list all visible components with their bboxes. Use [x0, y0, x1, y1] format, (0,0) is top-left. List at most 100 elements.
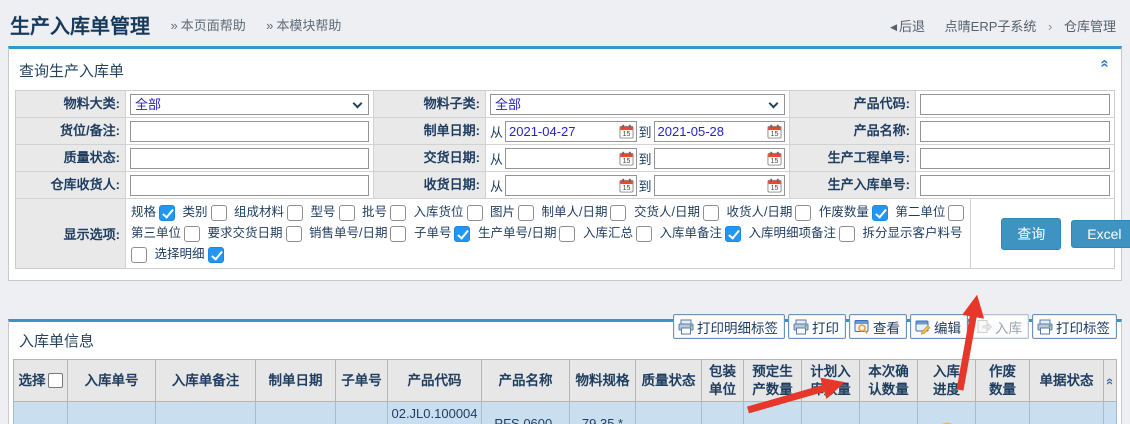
display-option: 入库汇总 — [583, 225, 652, 242]
breadcrumb-separator: › — [1048, 19, 1053, 34]
create-date-to-input[interactable] — [654, 122, 767, 140]
material-category-label: 物料大类: — [16, 91, 126, 118]
page-help-link[interactable]: » 本页面帮助 — [170, 15, 245, 34]
table-header-row: 选择 入库单号 入库单备注 制单日期 子单号 产品代码 产品名称 物料规格 质量… — [13, 358, 1118, 403]
checkbox[interactable] — [210, 204, 227, 221]
calendar-icon[interactable]: 15 — [767, 151, 782, 166]
calendar-icon[interactable]: 15 — [618, 151, 634, 166]
warehouse-receiver-input[interactable] — [130, 174, 369, 196]
printer-icon — [793, 319, 809, 335]
col-status: 单据状态 — [1029, 358, 1104, 403]
material-category-select[interactable]: 全部 — [130, 93, 369, 115]
print-labels-button[interactable]: 打印标签 — [1032, 314, 1117, 339]
svg-text:15: 15 — [771, 185, 779, 192]
delivery-date-to-input[interactable] — [654, 149, 767, 167]
calendar-icon[interactable]: 15 — [618, 178, 634, 193]
col-select: 选择 — [13, 358, 68, 403]
svg-text:15: 15 — [622, 131, 630, 138]
display-option: 型号 — [311, 204, 355, 221]
checkbox[interactable] — [871, 204, 888, 221]
checkbox[interactable] — [131, 246, 147, 263]
excel-button[interactable]: Excel — [1071, 219, 1130, 248]
edit-button[interactable]: 编辑 — [910, 314, 968, 339]
cell-confirmed: 0 — [859, 401, 918, 424]
location-remark-input[interactable] — [130, 120, 369, 142]
view-button[interactable]: 查看 — [849, 314, 907, 339]
display-option: 拆分显示客户料号 — [862, 226, 963, 241]
quality-status-input[interactable] — [130, 147, 369, 169]
checkbox[interactable] — [610, 204, 627, 221]
to-label: 到 — [638, 124, 652, 140]
display-option: 组成材料 — [234, 204, 304, 221]
delivery-date-label: 交货日期: — [374, 145, 486, 172]
inbound-no-label: 生产入库单号: — [790, 172, 916, 199]
display-option: 入库货位 — [414, 204, 483, 221]
module-help-link[interactable]: » 本模块帮助 — [266, 15, 341, 34]
col-spec: 物料规格 — [569, 358, 636, 403]
checkbox[interactable] — [948, 204, 965, 221]
col-planned-inbound: 计划入 库数量 — [801, 358, 860, 403]
checkbox[interactable] — [338, 204, 355, 221]
svg-text:15: 15 — [771, 131, 779, 138]
collapse-panel-icon[interactable]: « — [1096, 59, 1113, 67]
stock-in-icon — [976, 319, 992, 335]
checkbox[interactable] — [285, 225, 302, 242]
calendar-icon[interactable]: 15 — [767, 124, 782, 139]
search-button[interactable]: 查询 — [1001, 217, 1062, 250]
inbound-no-input[interactable] — [920, 174, 1110, 196]
page: 生产入库单管理 » 本页面帮助 » 本模块帮助 ◀ 后退 点晴ERP子系统 › 仓库管… — [0, 0, 1130, 424]
cell-quality: 合格品 — [635, 401, 702, 424]
product-name-input[interactable] — [920, 120, 1110, 142]
checkbox[interactable] — [838, 225, 855, 242]
display-option: 收货人/日期 — [726, 204, 812, 221]
warehouse-module-link[interactable]: 仓库管理 — [1064, 19, 1116, 34]
cell-unit: PCS — [701, 401, 744, 424]
cell-void: 0 — [975, 401, 1030, 424]
calendar-icon[interactable]: 15 — [618, 124, 634, 139]
checkbox[interactable] — [702, 204, 719, 221]
receive-date-to-input[interactable] — [654, 176, 767, 194]
cell-progress — [917, 401, 976, 424]
display-option: 入库单备注 — [659, 225, 741, 242]
checkbox[interactable] — [454, 225, 471, 242]
warehouse-receiver-label: 仓库收货人: — [16, 172, 126, 199]
checkbox[interactable] — [518, 204, 535, 221]
engineering-no-input[interactable] — [920, 147, 1110, 169]
checkbox[interactable] — [635, 225, 652, 242]
material-subcategory-select[interactable]: 全部 — [490, 93, 785, 115]
receive-date-from-input[interactable] — [506, 176, 619, 194]
calendar-icon[interactable]: 15 — [767, 178, 782, 193]
checkbox[interactable] — [559, 225, 576, 242]
delivery-date-from-input[interactable] — [506, 149, 619, 167]
collapse-columns-icon[interactable]: « — [1102, 377, 1118, 384]
checkbox[interactable] — [795, 204, 812, 221]
query-form: 物料大类: 全部 物料子类: 全部 产品代码: 货位/备注: 制单日期: 从 2… — [15, 90, 1130, 269]
product-code-input[interactable] — [920, 93, 1110, 115]
svg-text:15: 15 — [771, 158, 779, 165]
quality-status-label: 质量状态: — [16, 145, 126, 172]
create-date-from-input[interactable] — [506, 122, 619, 140]
print-detail-labels-button[interactable]: 打印明细标签 — [673, 314, 785, 339]
print-button[interactable]: 打印 — [788, 314, 846, 339]
checkbox[interactable] — [466, 204, 483, 221]
erp-system-link[interactable]: 点晴ERP子系统 — [945, 19, 1037, 34]
cell-order-no: PR2100003 — [67, 401, 156, 424]
cell-planned-production: 100 — [743, 401, 802, 424]
checkbox[interactable] — [724, 225, 741, 242]
display-options-area: 规格 类别 组成材料 型号 批号 入库货位 图片 制单人/日期 交货人/日期 收… — [126, 199, 972, 268]
checkbox[interactable] — [390, 204, 407, 221]
printer-icon — [678, 319, 694, 335]
stock-in-button[interactable]: 入库 — [971, 314, 1029, 339]
cell-sub-order-no: 943 — [335, 401, 388, 424]
checkbox[interactable] — [287, 204, 304, 221]
checkbox[interactable] — [207, 246, 224, 263]
checkbox[interactable] — [390, 225, 407, 242]
select-all-checkbox[interactable] — [47, 372, 63, 388]
checkbox[interactable] — [184, 225, 201, 242]
guillemet-icon: » — [266, 18, 274, 33]
page-help-label: 本页面帮助 — [180, 18, 246, 33]
back-link[interactable]: ◀ 后退 — [890, 19, 925, 34]
checkbox[interactable] — [159, 204, 176, 221]
query-panel: 查询生产入库单 « 物料大类: 全部 物料子类: 全部 产品代码: 货位/备注: — [8, 46, 1130, 281]
display-option: 要求交货日期 — [208, 225, 302, 242]
